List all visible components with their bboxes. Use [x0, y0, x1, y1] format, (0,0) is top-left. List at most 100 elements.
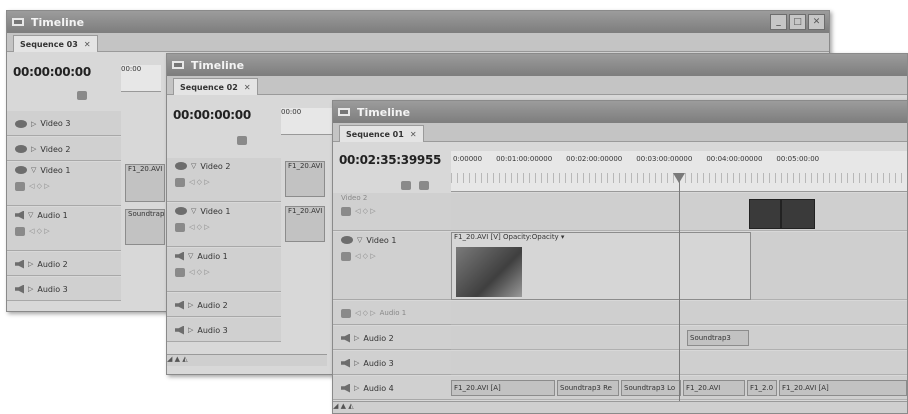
track-header-audio2[interactable]: ▷ Audio 2: [167, 293, 281, 317]
clip-video2[interactable]: F1_20.AVI: [285, 161, 325, 197]
speaker-icon[interactable]: [175, 251, 184, 261]
speaker-icon[interactable]: [341, 333, 350, 343]
clip-video1[interactable]: F1_20.AVI: [285, 206, 325, 242]
close-tab-icon[interactable]: ✕: [244, 83, 251, 92]
eye-icon[interactable]: [15, 119, 27, 128]
clip-audio4-6[interactable]: F1_20.AVI [A]: [779, 380, 907, 396]
collapse-triangle-icon[interactable]: ▷: [354, 384, 359, 392]
keyframe-nav-icon[interactable]: ◁ ◇ ▷: [29, 182, 50, 190]
speaker-icon[interactable]: [15, 210, 24, 220]
title-bar[interactable]: Timeline: [167, 54, 907, 76]
track-header-audio1[interactable]: ▽ Audio 1 ◁ ◇ ▷: [7, 207, 121, 251]
track-header-audio1[interactable]: ▽ Audio 1 ◁ ◇ ▷: [167, 248, 281, 292]
clip-audio4-2[interactable]: Soundtrap3 Re: [557, 380, 619, 396]
speaker-icon[interactable]: [175, 300, 184, 310]
snap-toggle[interactable]: [401, 175, 411, 194]
track-header-audio1[interactable]: ◁ ◇ ▷ Audio 1: [333, 301, 451, 325]
keyframe-display-icon[interactable]: [175, 267, 185, 277]
collapse-triangle-icon[interactable]: ▷: [354, 359, 359, 367]
track-header-audio3[interactable]: ▷ Audio 3: [167, 318, 281, 342]
speaker-icon[interactable]: [341, 358, 350, 368]
track-header-video2[interactable]: ▽ Video 2 ◁ ◇ ▷: [167, 158, 281, 202]
keyframe-nav-icon[interactable]: ◁ ◇ ▷: [355, 252, 376, 260]
keyframe-display-icon[interactable]: [341, 251, 351, 261]
clip-soundtrap3[interactable]: Soundtrap3: [687, 330, 749, 346]
keyframe-nav-icon[interactable]: ◁ ◇ ▷: [29, 227, 50, 235]
clip-audio4-1[interactable]: F1_20.AVI [A]: [451, 380, 555, 396]
track-header-video1[interactable]: ▽ Video 1 ◁ ◇ ▷: [7, 162, 121, 206]
tab-sequence-03[interactable]: Sequence 03 ✕: [13, 35, 98, 52]
eye-icon[interactable]: [341, 236, 353, 244]
close-tab-icon[interactable]: ✕: [410, 130, 417, 139]
speaker-icon[interactable]: [175, 325, 184, 335]
clip-audio4-3[interactable]: Soundtrap3 Lo: [621, 380, 681, 396]
eye-icon[interactable]: [175, 207, 187, 215]
keyframe-nav-icon[interactable]: ◁ ◇ ▷: [355, 309, 376, 317]
track-header-video1[interactable]: ▽ Video 1 ◁ ◇ ▷: [333, 232, 451, 300]
collapse-triangle-icon[interactable]: ▷: [354, 334, 359, 342]
expand-triangle-icon[interactable]: ▽: [357, 236, 362, 244]
track-header-video1[interactable]: ▽ Video 1 ◁ ◇ ▷: [167, 203, 281, 247]
clip-video1[interactable]: F1_20.AVI: [125, 164, 165, 202]
title-bar[interactable]: Timeline: [333, 101, 907, 123]
speaker-icon[interactable]: [15, 259, 24, 269]
timecode-display[interactable]: 00:00:00:00: [173, 108, 251, 122]
keyframe-nav-icon[interactable]: ◁ ◇ ▷: [189, 223, 210, 231]
zoom-scrollbar[interactable]: ◢ ▲ ◭: [333, 401, 907, 413]
keyframe-nav-icon[interactable]: ◁ ◇ ▷: [189, 268, 210, 276]
collapse-triangle-icon[interactable]: ▷: [28, 285, 33, 293]
collapse-triangle-icon[interactable]: ▷: [188, 301, 193, 309]
keyframe-display-icon[interactable]: [15, 181, 25, 191]
keyframe-display-icon[interactable]: [341, 206, 351, 216]
speaker-icon[interactable]: [15, 284, 24, 294]
timecode-display[interactable]: 00:00:00:00: [13, 65, 91, 79]
speaker-icon[interactable]: [341, 383, 350, 393]
expand-triangle-icon[interactable]: ▽: [188, 252, 193, 260]
eye-icon[interactable]: [175, 162, 187, 170]
snap-toggle[interactable]: [237, 130, 247, 149]
track-header-video3[interactable]: ▷ Video 3: [7, 111, 121, 136]
expand-triangle-icon[interactable]: ▽: [191, 162, 196, 170]
keyframe-nav-icon[interactable]: ◁ ◇ ▷: [355, 207, 376, 215]
clip-video1-f1-20[interactable]: F1_20.AVI [V] Opacity:Opacity ▾: [451, 232, 751, 300]
track-header-audio3[interactable]: ▷ Audio 3: [7, 277, 121, 301]
clip-audio4-5[interactable]: F1_2.0: [747, 380, 777, 396]
collapse-triangle-icon[interactable]: ▷: [28, 260, 33, 268]
title-bar[interactable]: Timeline _ □ ✕: [7, 11, 829, 33]
clip-audio4-4[interactable]: F1_20.AVI: [683, 380, 745, 396]
track-header-video2[interactable]: ▷ Video 2: [7, 137, 121, 161]
track-header-video2[interactable]: Video 2 ◁ ◇ ▷: [333, 193, 451, 231]
close-tab-icon[interactable]: ✕: [84, 40, 91, 49]
marker-toggle[interactable]: [419, 175, 429, 194]
timecode-display[interactable]: 00:02:35:39955: [339, 153, 441, 167]
close-icon[interactable]: ✕: [808, 14, 825, 30]
zoom-slider-icon[interactable]: ◢ ▲ ◭: [333, 402, 354, 410]
keyframe-display-icon[interactable]: [175, 222, 185, 232]
collapse-triangle-icon[interactable]: ▷: [31, 120, 36, 128]
zoom-slider-icon[interactable]: ◢ ▲ ◭: [167, 355, 188, 363]
tab-sequence-02[interactable]: Sequence 02 ✕: [173, 78, 258, 95]
time-ruler[interactable]: 00:00: [281, 108, 333, 135]
clip-audio1[interactable]: Soundtrap: [125, 209, 165, 245]
keyframe-display-icon[interactable]: [15, 226, 25, 236]
track-header-audio2[interactable]: ▷ Audio 2: [7, 252, 121, 276]
clip-dark-1[interactable]: [749, 199, 781, 229]
track-header-audio3[interactable]: ▷ Audio 3: [333, 351, 451, 375]
keyframe-display-icon[interactable]: [175, 177, 185, 187]
eye-icon[interactable]: [15, 145, 27, 153]
keyframe-display-icon[interactable]: [341, 308, 351, 318]
track-header-audio4[interactable]: ▷ Audio 4: [333, 376, 451, 400]
expand-triangle-icon[interactable]: ▽: [191, 207, 196, 215]
track-header-audio2[interactable]: ▷ Audio 2: [333, 326, 451, 350]
clip-dark-2[interactable]: [781, 199, 815, 229]
collapse-triangle-icon[interactable]: ▷: [188, 326, 193, 334]
expand-triangle-icon[interactable]: ▽: [28, 211, 33, 219]
keyframe-nav-icon[interactable]: ◁ ◇ ▷: [189, 178, 210, 186]
collapse-triangle-icon[interactable]: ▷: [31, 145, 36, 153]
minimize-icon[interactable]: _: [770, 14, 787, 30]
expand-triangle-icon[interactable]: ▽: [31, 166, 36, 174]
time-ruler[interactable]: 00:00: [121, 65, 161, 92]
maximize-icon[interactable]: □: [789, 14, 806, 30]
playhead-line[interactable]: [679, 181, 680, 401]
zoom-scrollbar[interactable]: ◢ ▲ ◭: [167, 354, 327, 366]
